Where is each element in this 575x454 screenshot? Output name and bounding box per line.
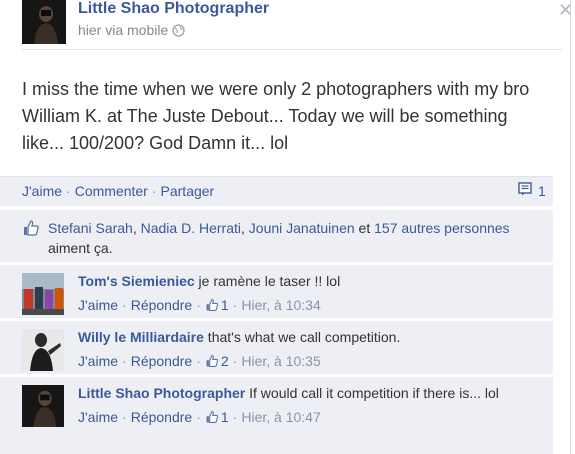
post-text: I miss the time when we were only 2 phot… [22, 79, 530, 153]
comment-meta: J'aime · Répondre · 1 · Hier, à 10:34 [78, 295, 538, 315]
share-link[interactable]: Partager [161, 183, 215, 199]
thumbs-up-icon [206, 299, 218, 311]
comment-meta: J'aime · Répondre · 2 · Hier, à 10:35 [78, 351, 538, 371]
comment-item: Little Shao Photographer If would call i… [0, 376, 553, 454]
post-meta-text[interactable]: hier via mobile [78, 22, 168, 38]
story-card: Little Shao Photographer hier via mobile… [0, 0, 573, 454]
others-link[interactable]: 157 autres personnes [374, 220, 509, 236]
likes-summary: Stefani Sarah, Nadia D. Herrati, Jouni J… [0, 210, 553, 262]
comment-like-link[interactable]: J'aime [78, 407, 118, 427]
separator: · [232, 353, 238, 369]
separator: · [151, 183, 157, 199]
separator: · [122, 297, 127, 313]
likes-conjunction: et [354, 220, 375, 236]
post-header: Little Shao Photographer hier via mobile… [22, 0, 573, 50]
comment-text: If would call it competition if there is… [245, 385, 499, 401]
separator: , [241, 220, 249, 236]
comment-item: Tom's Siemieniec je ramène le taser !! l… [0, 264, 553, 318]
comment-like-count-value: 2 [220, 353, 229, 369]
globe-icon [172, 23, 185, 37]
author-avatar[interactable] [22, 0, 66, 44]
comment-reply-link[interactable]: Répondre [131, 407, 193, 427]
comment-timestamp[interactable]: Hier, à 10:34 [241, 295, 320, 315]
comment-body: Willy le Milliardaire that's what we cal… [78, 327, 538, 371]
comment-text: je ramène le taser !! lol [194, 273, 341, 289]
separator: · [196, 353, 201, 369]
thumbs-up-icon [206, 411, 218, 423]
comment-meta: J'aime · Répondre · 1 · Hier, à 10:47 [78, 407, 538, 427]
separator: · [122, 409, 127, 425]
separator: · [196, 297, 201, 313]
thumbs-up-icon [22, 219, 40, 242]
comment-like-count-value: 1 [220, 409, 229, 425]
comment-timestamp[interactable]: Hier, à 10:35 [241, 351, 320, 371]
separator: · [122, 353, 127, 369]
separator: , [132, 220, 141, 236]
comment-text: that's what we call competition. [203, 329, 401, 345]
separator: · [66, 183, 71, 199]
thumbs-up-icon [206, 355, 218, 367]
separator: · [196, 409, 201, 425]
post-author-name[interactable]: Little Shao Photographer [78, 0, 269, 18]
comment-like-count[interactable]: 1 [205, 407, 229, 427]
comment-author[interactable]: Tom's Siemieniec [78, 273, 195, 289]
likes-text: Stefani Sarah, Nadia D. Herrati, Jouni J… [48, 218, 538, 258]
comment-timestamp[interactable]: Hier, à 10:47 [241, 407, 320, 427]
comment-like-link[interactable]: J'aime [78, 295, 118, 315]
comment-link[interactable]: Commenter [75, 183, 148, 199]
comment-like-count[interactable]: 1 [205, 295, 229, 315]
commenter-avatar[interactable] [22, 385, 64, 427]
comment-item: Willy le Milliardaire that's what we cal… [0, 320, 553, 374]
comment-bubble-icon [518, 182, 533, 199]
comment-count-button[interactable]: 1 [518, 182, 546, 199]
post-actions: J'aime · Commenter · Partager [22, 183, 214, 199]
comment-reply-link[interactable]: Répondre [131, 295, 193, 315]
comment-count: 1 [538, 182, 546, 199]
like-link[interactable]: J'aime [22, 183, 62, 199]
liker-link[interactable]: Stefani Sarah [48, 220, 133, 236]
close-icon[interactable]: ✕ [558, 0, 573, 21]
comment-author[interactable]: Willy le Milliardaire [78, 329, 204, 345]
comment-body: Little Shao Photographer If would call i… [78, 383, 538, 427]
likes-suffix: aiment ça. [48, 240, 113, 256]
comment-like-link[interactable]: J'aime [78, 351, 118, 371]
separator: · [232, 297, 238, 313]
comment-body: Tom's Siemieniec je ramène le taser !! l… [78, 271, 538, 315]
comment-reply-link[interactable]: Répondre [131, 351, 193, 371]
liker-link[interactable]: Jouni Janatuinen [249, 220, 355, 236]
commenter-avatar[interactable] [22, 329, 64, 371]
separator: · [232, 409, 238, 425]
liker-link[interactable]: Nadia D. Herrati [141, 220, 241, 236]
comment-like-count-value: 1 [220, 297, 229, 313]
comment-like-count[interactable]: 2 [205, 351, 229, 371]
post-meta: hier via mobile [78, 22, 185, 38]
action-bar: J'aime · Commenter · Partager 1 [0, 176, 553, 206]
commenter-avatar[interactable] [22, 273, 64, 315]
comment-author[interactable]: Little Shao Photographer [78, 385, 245, 401]
